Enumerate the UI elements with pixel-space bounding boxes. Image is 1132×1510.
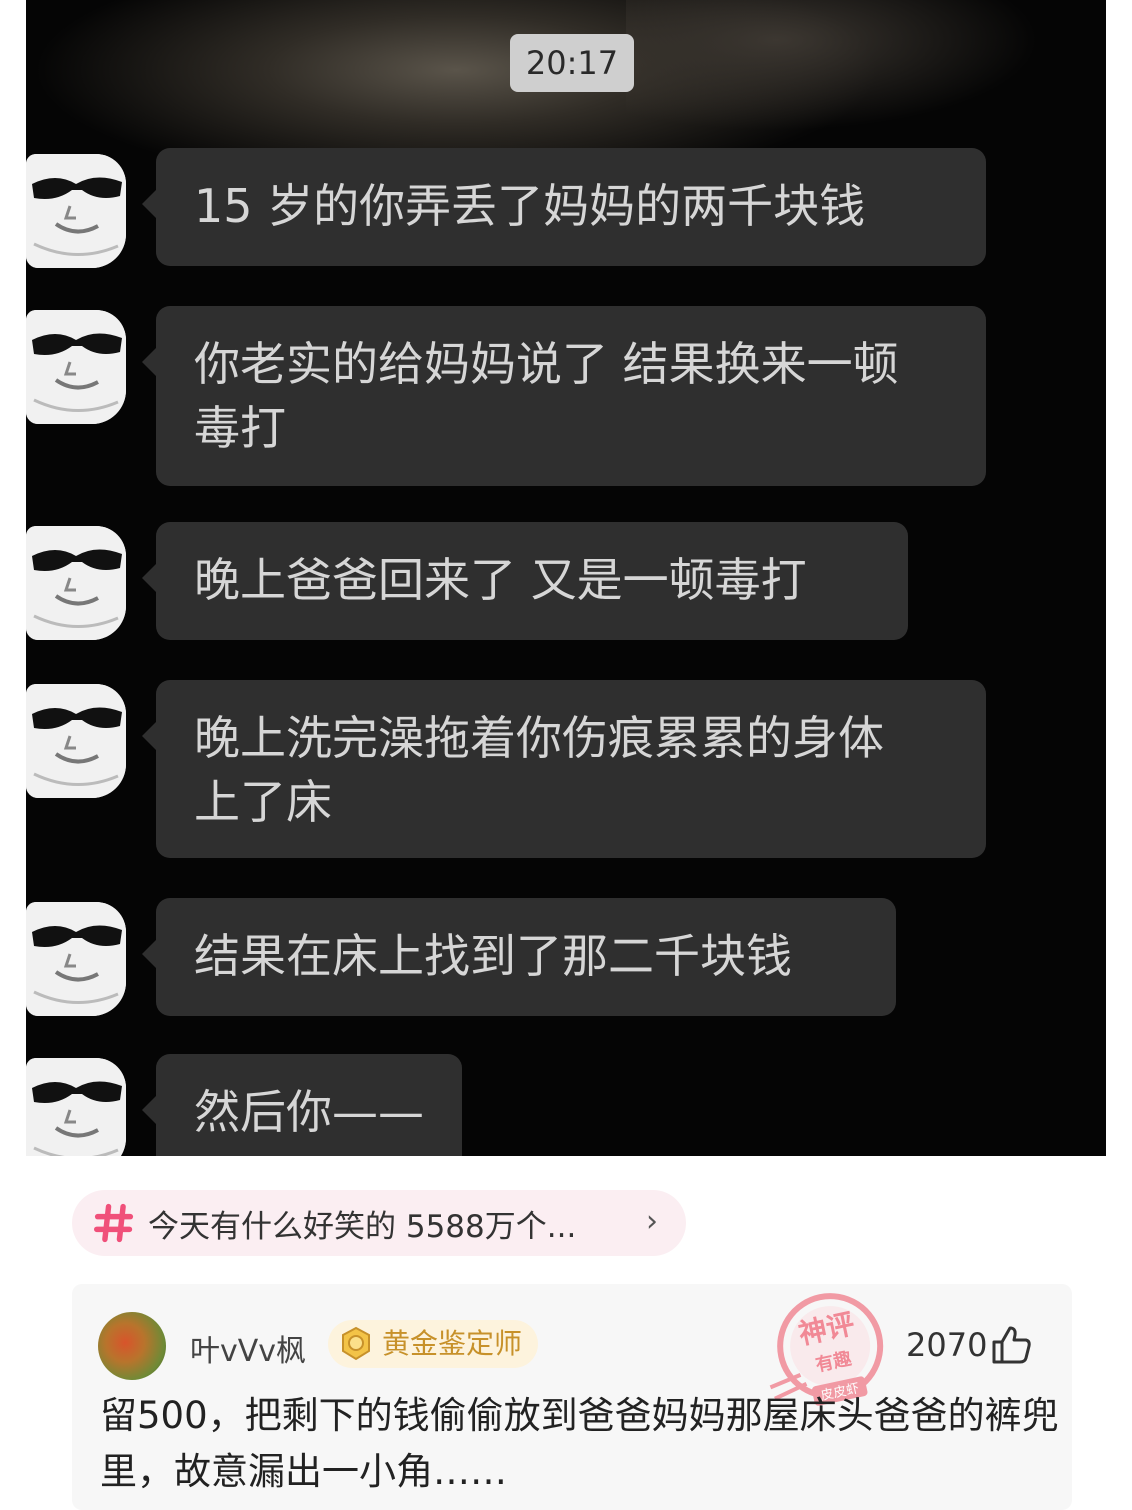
background-photo-glow-right [626, 0, 1106, 130]
meme-avatar-icon [26, 310, 126, 424]
message-bubble: 结果在床上找到了那二千块钱 [142, 898, 896, 1016]
topic-label: 今天有什么好笑的 5588万个... [148, 1208, 577, 1245]
timestamp-pill: 20:17 [510, 34, 634, 92]
message-bubble: 晚上爸爸回来了 又是一顿毒打 [142, 522, 908, 640]
thumbs-up-icon[interactable] [990, 1324, 1032, 1366]
chat-screenshot: 20:17 15 岁的你弄丢了妈妈的两千块钱 你老实的给妈妈说了 结果换来一顿 … [26, 0, 1106, 1156]
comment-text: 留500，把剩下的钱偷偷放到爸爸妈妈那屋床头爸爸的裤兜里，故意漏出一小角…… [100, 1394, 1059, 1493]
rank-badge: 黄金鉴定师 [328, 1320, 539, 1368]
like-count: 2070 [906, 1326, 988, 1364]
message-bubble: 晚上洗完澡拖着你伤痕累累的身体 上了床 [142, 680, 986, 858]
avatar[interactable] [98, 1312, 166, 1380]
message-bubble: 然后你—— [142, 1054, 462, 1156]
meme-avatar-icon [26, 526, 126, 640]
chevron-right-icon: › [646, 1204, 658, 1239]
meme-avatar-icon [26, 154, 126, 268]
comment-card: 叶vVv枫 黄金鉴定师 神评 有趣 皮皮虾 2070 留500，把剩下的钱偷偷放… [72, 1284, 1072, 1510]
message-bubble: 你老实的给妈妈说了 结果换来一顿 毒打 [142, 306, 986, 486]
message-bubble: 15 岁的你弄丢了妈妈的两千块钱 [142, 148, 986, 266]
topic-chip[interactable]: 今天有什么好笑的 5588万个... › [72, 1190, 686, 1256]
username[interactable]: 叶vVv枫 [190, 1326, 306, 1370]
meme-avatar-icon [26, 902, 126, 1016]
meme-avatar-icon [26, 1058, 126, 1156]
gold-medal-icon [342, 1326, 370, 1361]
meme-avatar-icon [26, 684, 126, 798]
hashtag-icon [92, 1201, 136, 1245]
badge-label: 黄金鉴定师 [382, 1327, 523, 1360]
